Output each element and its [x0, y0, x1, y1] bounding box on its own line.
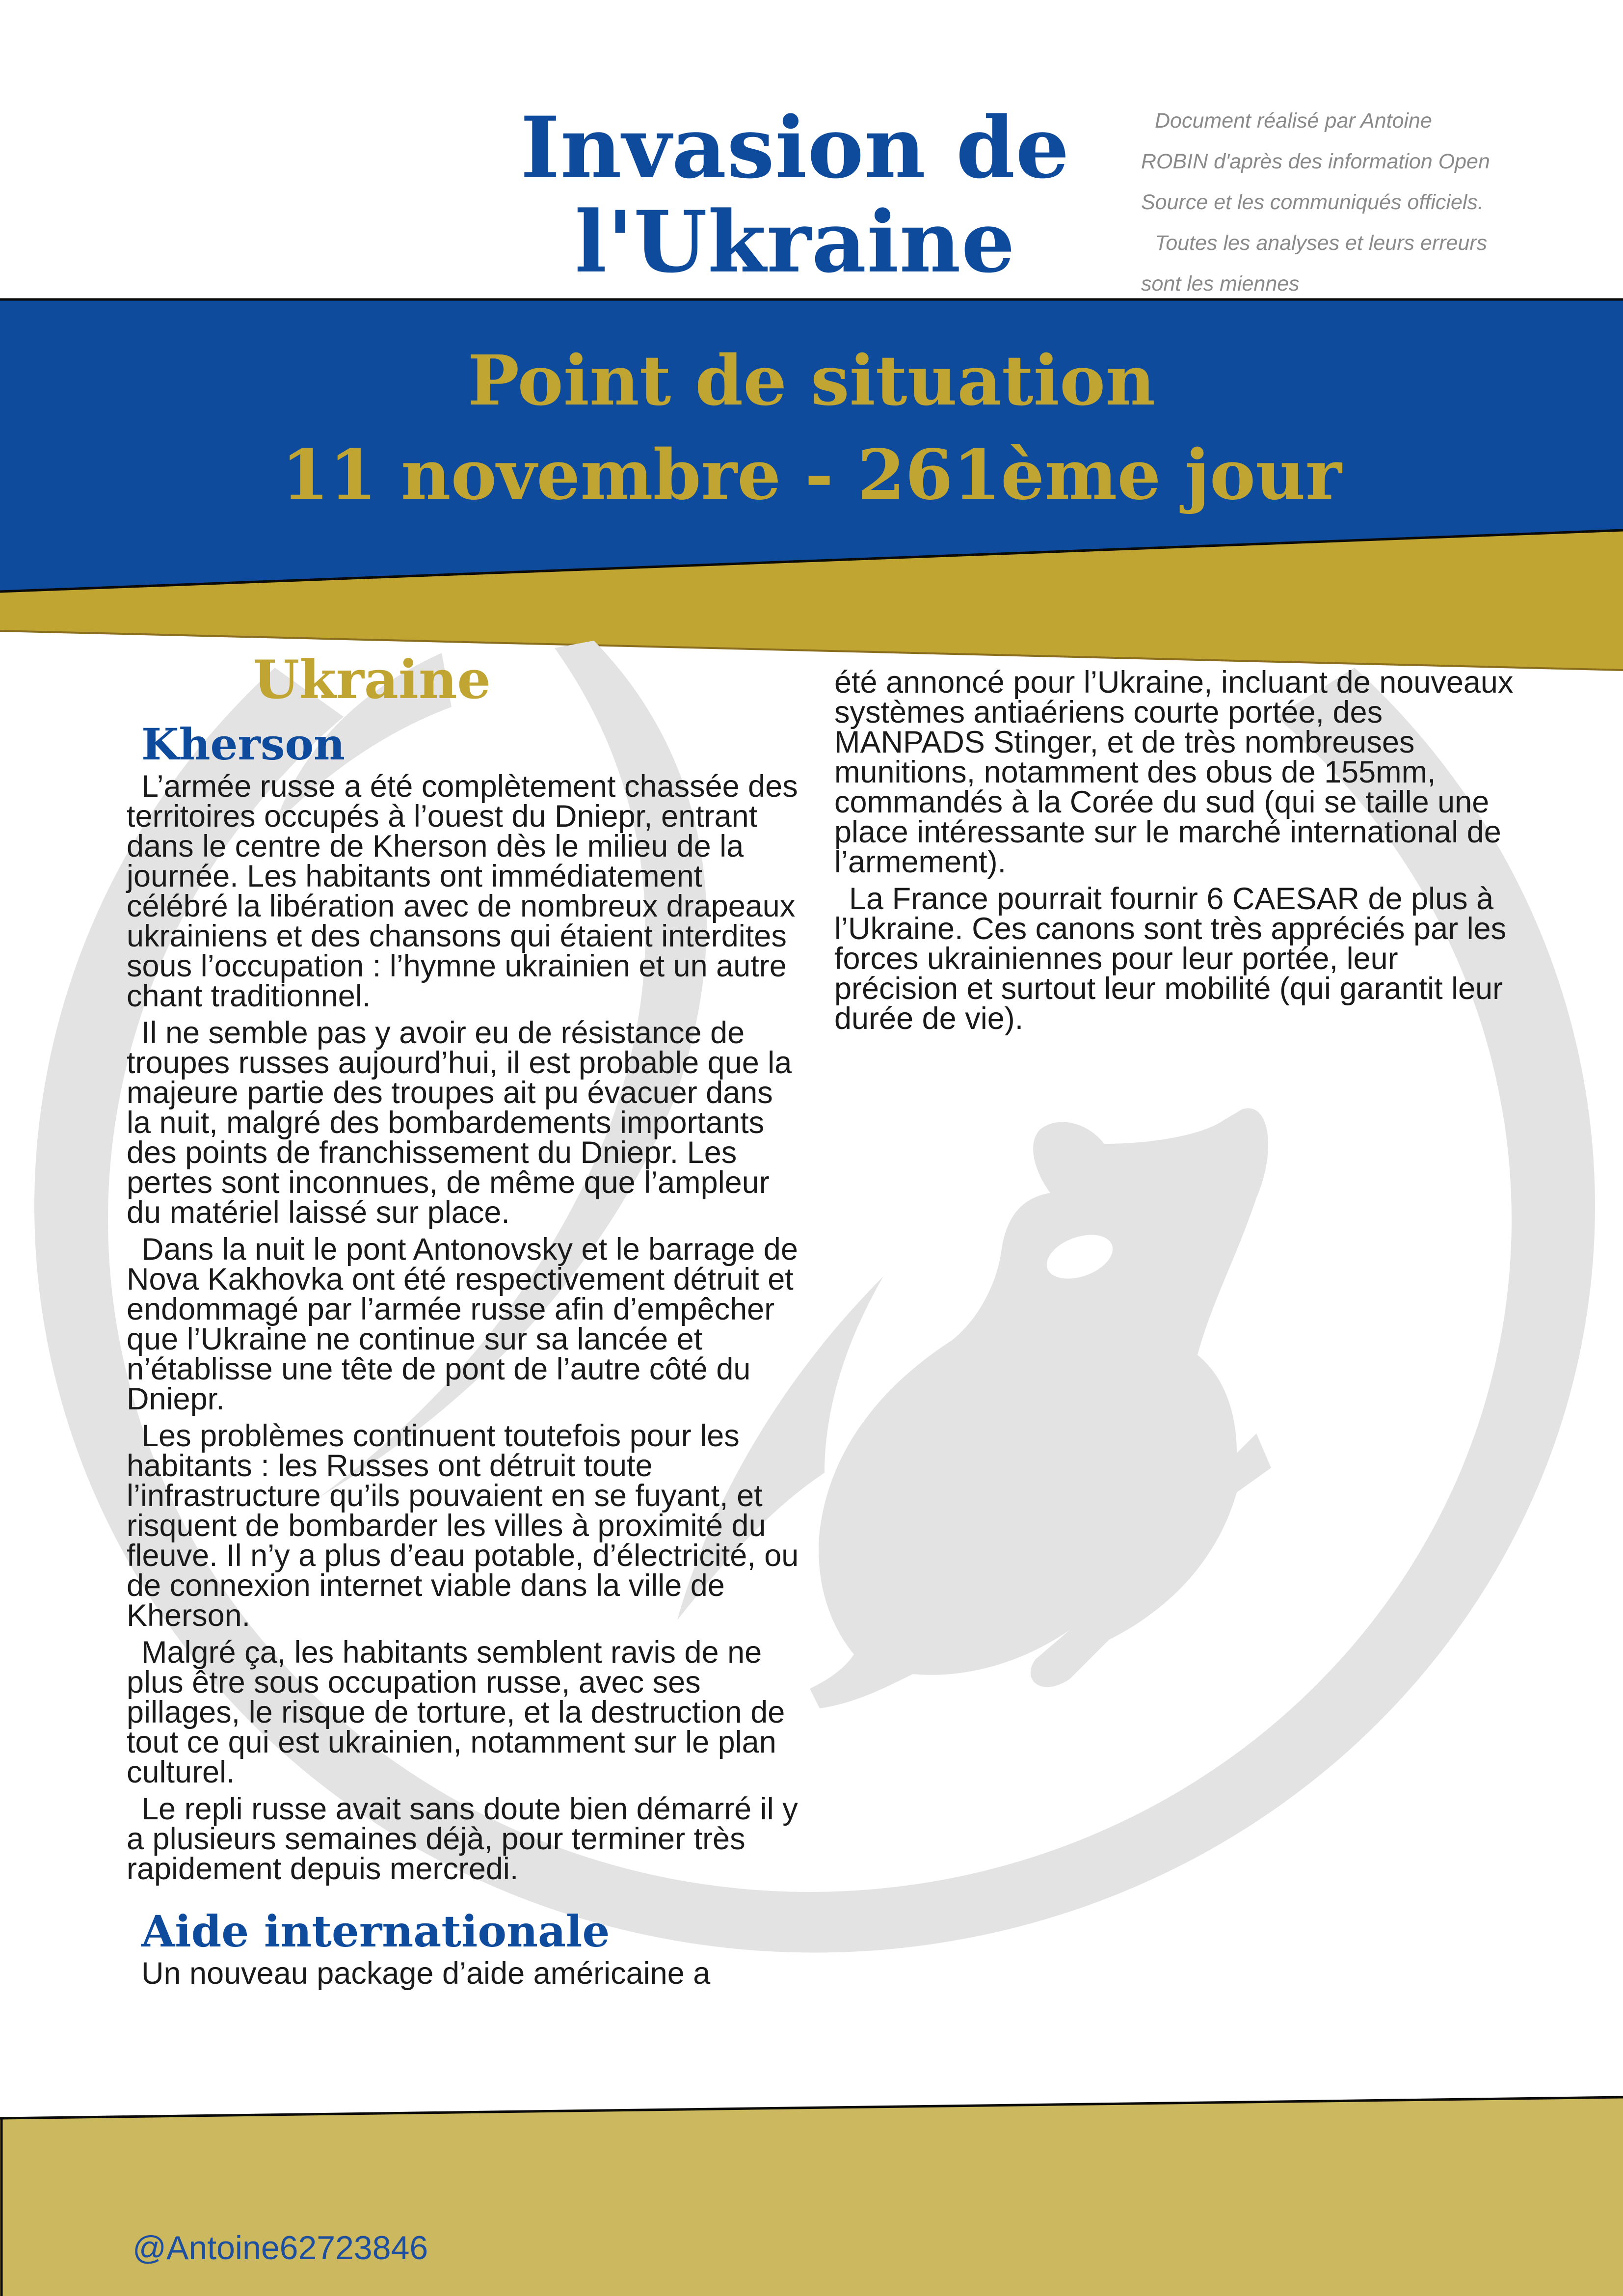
paragraph: La France pourrait fournir 6 CAESAR de p… — [834, 882, 1507, 1036]
banner-title: Point de situation — [467, 341, 1156, 421]
paragraph: Le repli russe avait sans doute bien dém… — [127, 1792, 798, 1886]
kherson-heading: Kherson — [141, 719, 346, 770]
paragraph: L’armée russe a été complètement chassée… — [127, 769, 798, 1013]
author-note-line: ROBIN d'après des information Open — [1141, 150, 1490, 173]
right-column: été annoncé pour l’Ukraine, incluant de … — [834, 665, 1521, 1041]
author-note-line: sont les miennes — [1141, 272, 1300, 296]
banner-date: 11 novembre - 261ème jour — [281, 435, 1342, 515]
author-note-line: Source et les communiqués officiels. — [1141, 190, 1484, 214]
paragraph: été annoncé pour l’Ukraine, incluant de … — [834, 665, 1514, 879]
author-note-line: Toutes les analyses et leurs erreurs — [1155, 231, 1488, 255]
author-note: Document réalisé par Antoine ROBIN d'apr… — [1141, 101, 1553, 304]
paragraph: Malgré ça, les habitants semblent ravis … — [127, 1635, 785, 1789]
page-title: Invasion de l'Ukraine — [501, 101, 1090, 289]
situation-banner: Point de situation 11 novembre - 261ème … — [0, 334, 1623, 522]
page-title-line2: l'Ukraine — [574, 192, 1016, 292]
left-column: Ukraine Kherson L’armée russe a été comp… — [127, 648, 799, 1989]
aide-heading: Aide internationale — [141, 1906, 610, 1957]
page-title-line1: Invasion de — [520, 98, 1070, 197]
paragraph: Les problèmes continuent toutefois pour … — [127, 1419, 799, 1633]
author-note-line: Document réalisé par Antoine — [1155, 109, 1432, 133]
paragraph: Dans la nuit le pont Antonovsky et le ba… — [127, 1232, 798, 1416]
paragraph: Un nouveau package d’aide américaine a — [141, 1956, 711, 1991]
twitter-handle[interactable]: @Antoine62723846 — [133, 2229, 428, 2267]
region-heading: Ukraine — [253, 649, 491, 711]
paragraph: Il ne semble pas y avoir eu de résistanc… — [127, 1016, 792, 1230]
